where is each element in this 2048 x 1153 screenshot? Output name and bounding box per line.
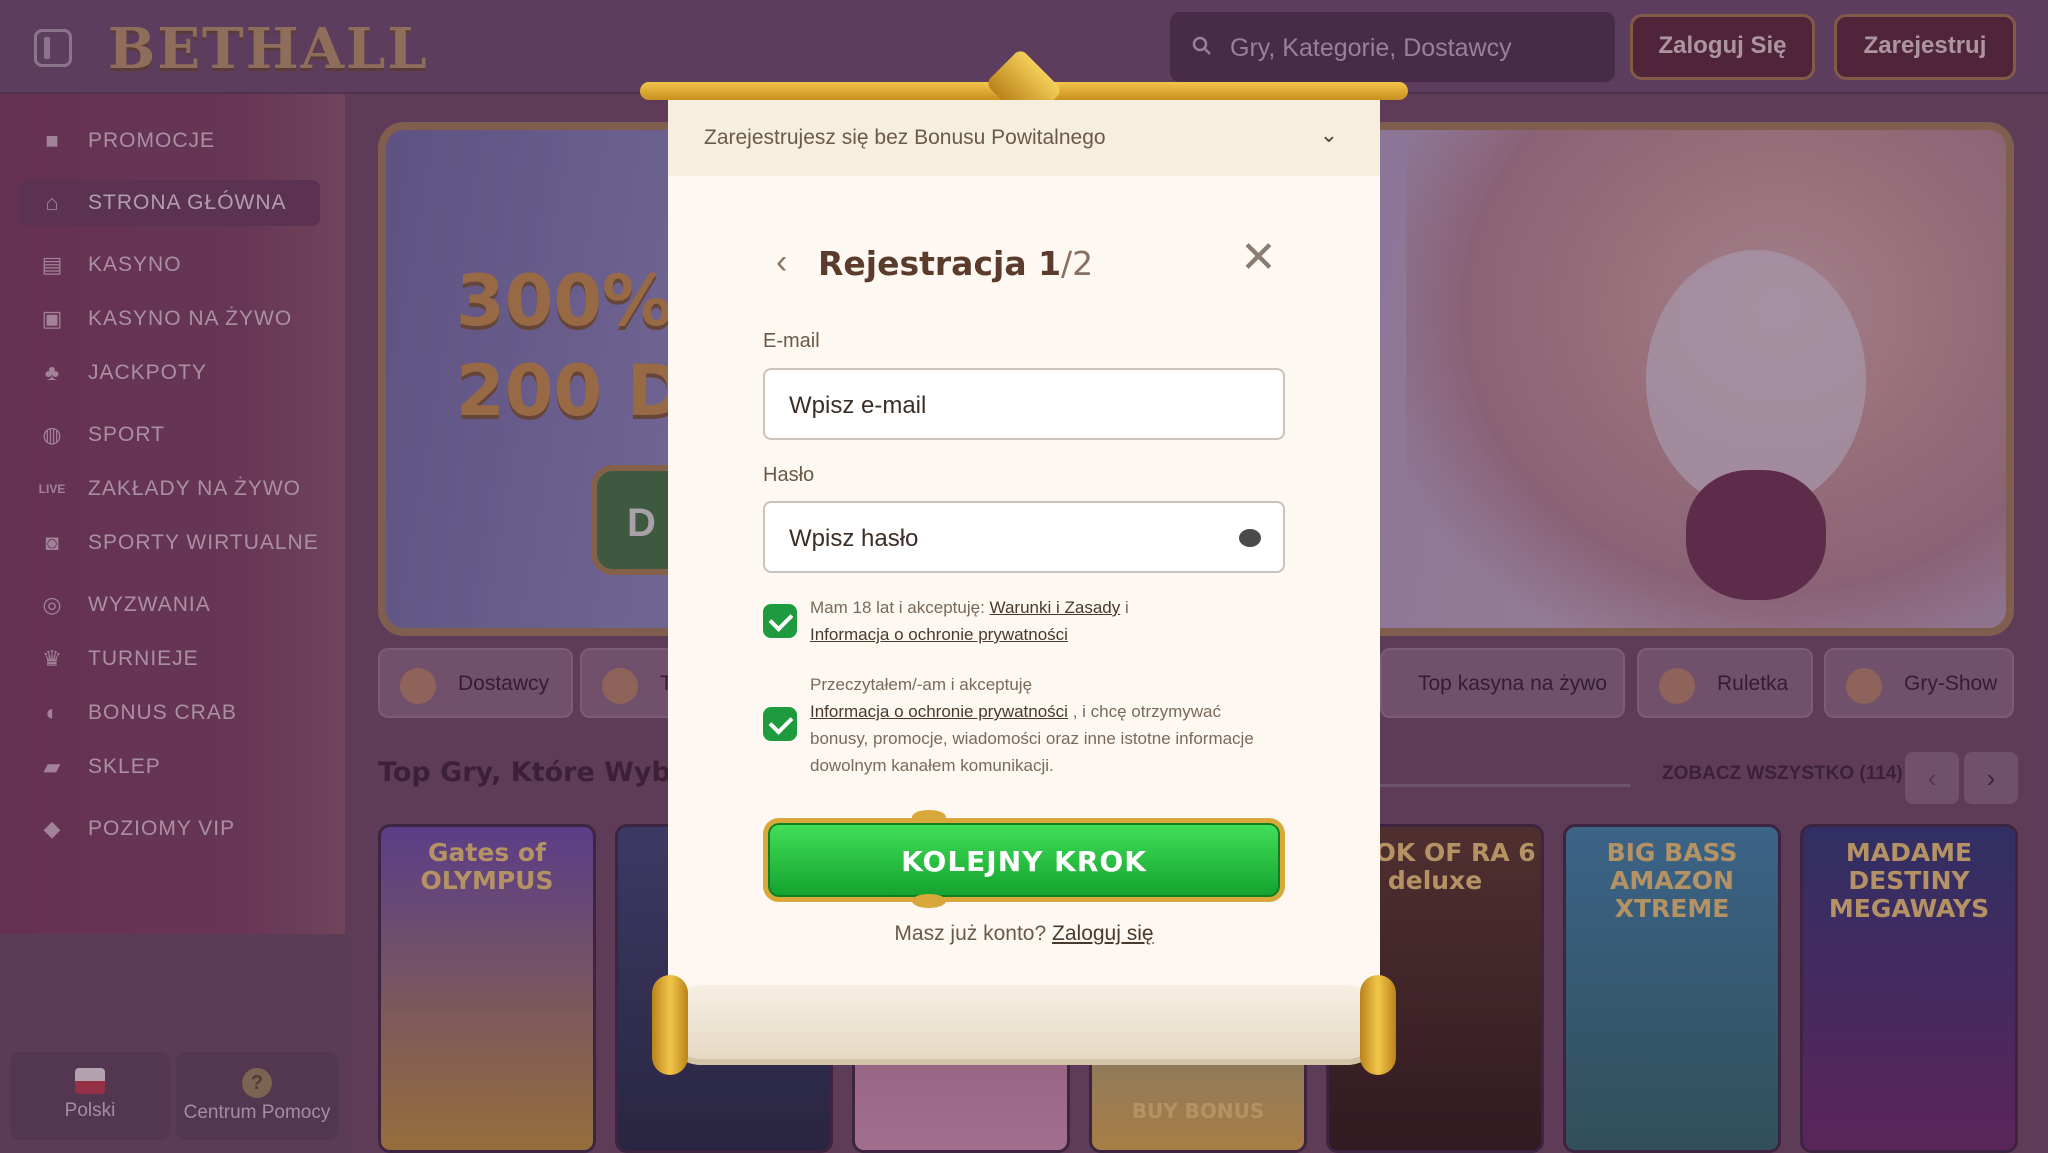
chevron-down-icon: ⌄: [1319, 122, 1338, 147]
registration-title: Rejestracja 1/2: [818, 244, 1093, 283]
back-arrow-icon[interactable]: ‹: [776, 243, 787, 282]
registration-step: Rejestracja 1: [818, 244, 1062, 283]
eye-icon[interactable]: [1239, 529, 1261, 547]
terms-conjunction: i: [1124, 598, 1129, 617]
next-step-label: KOLEJNY KROK: [901, 845, 1147, 878]
login-link[interactable]: Zaloguj się: [1052, 922, 1154, 945]
bonus-dropdown[interactable]: Zarejestrujesz się bez Bonusu Powitalneg…: [668, 100, 1380, 176]
email-label: E-mail: [763, 330, 820, 352]
registration-step-total: /2: [1061, 244, 1094, 283]
password-placeholder: Wpisz hasło: [789, 525, 919, 552]
have-account-text: Masz już konto?: [894, 922, 1047, 945]
next-step-button[interactable]: KOLEJNY KROK: [763, 818, 1285, 902]
scroll-top-ornament: [640, 48, 1408, 126]
terms-checkbox[interactable]: [763, 604, 797, 638]
have-account-row: Masz już konto? Zaloguj się: [668, 922, 1380, 946]
close-icon[interactable]: ✕: [1240, 236, 1277, 280]
scroll-bottom-ornament: [652, 975, 1396, 1075]
terms-text: Mam 18 lat i akceptuję: Warunki i Zasady…: [810, 594, 1280, 648]
marketing-consent-text: Przeczytałem/-am i akceptuję Informacja …: [810, 671, 1280, 779]
terms-link[interactable]: Warunki i Zasady: [990, 598, 1121, 617]
consent-prefix: Przeczytałem/-am i akceptuję: [810, 675, 1033, 694]
terms-prefix: Mam 18 lat i akceptuję:: [810, 598, 985, 617]
password-field[interactable]: Wpisz hasło: [763, 501, 1285, 573]
marketing-consent-checkbox[interactable]: [763, 707, 797, 741]
password-label: Hasło: [763, 464, 815, 486]
cta-bottom-ornament: [912, 894, 946, 908]
bonus-notice: Zarejestrujesz się bez Bonusu Powitalneg…: [704, 126, 1106, 149]
consent-privacy-link[interactable]: Informacja o ochronie prywatności: [810, 702, 1068, 721]
registration-modal: Zarejestrujesz się bez Bonusu Powitalneg…: [668, 100, 1380, 1010]
email-field[interactable]: Wpisz e-mail: [763, 368, 1285, 440]
privacy-link[interactable]: Informacja o ochronie prywatności: [810, 625, 1068, 644]
email-placeholder: Wpisz e-mail: [789, 392, 927, 419]
